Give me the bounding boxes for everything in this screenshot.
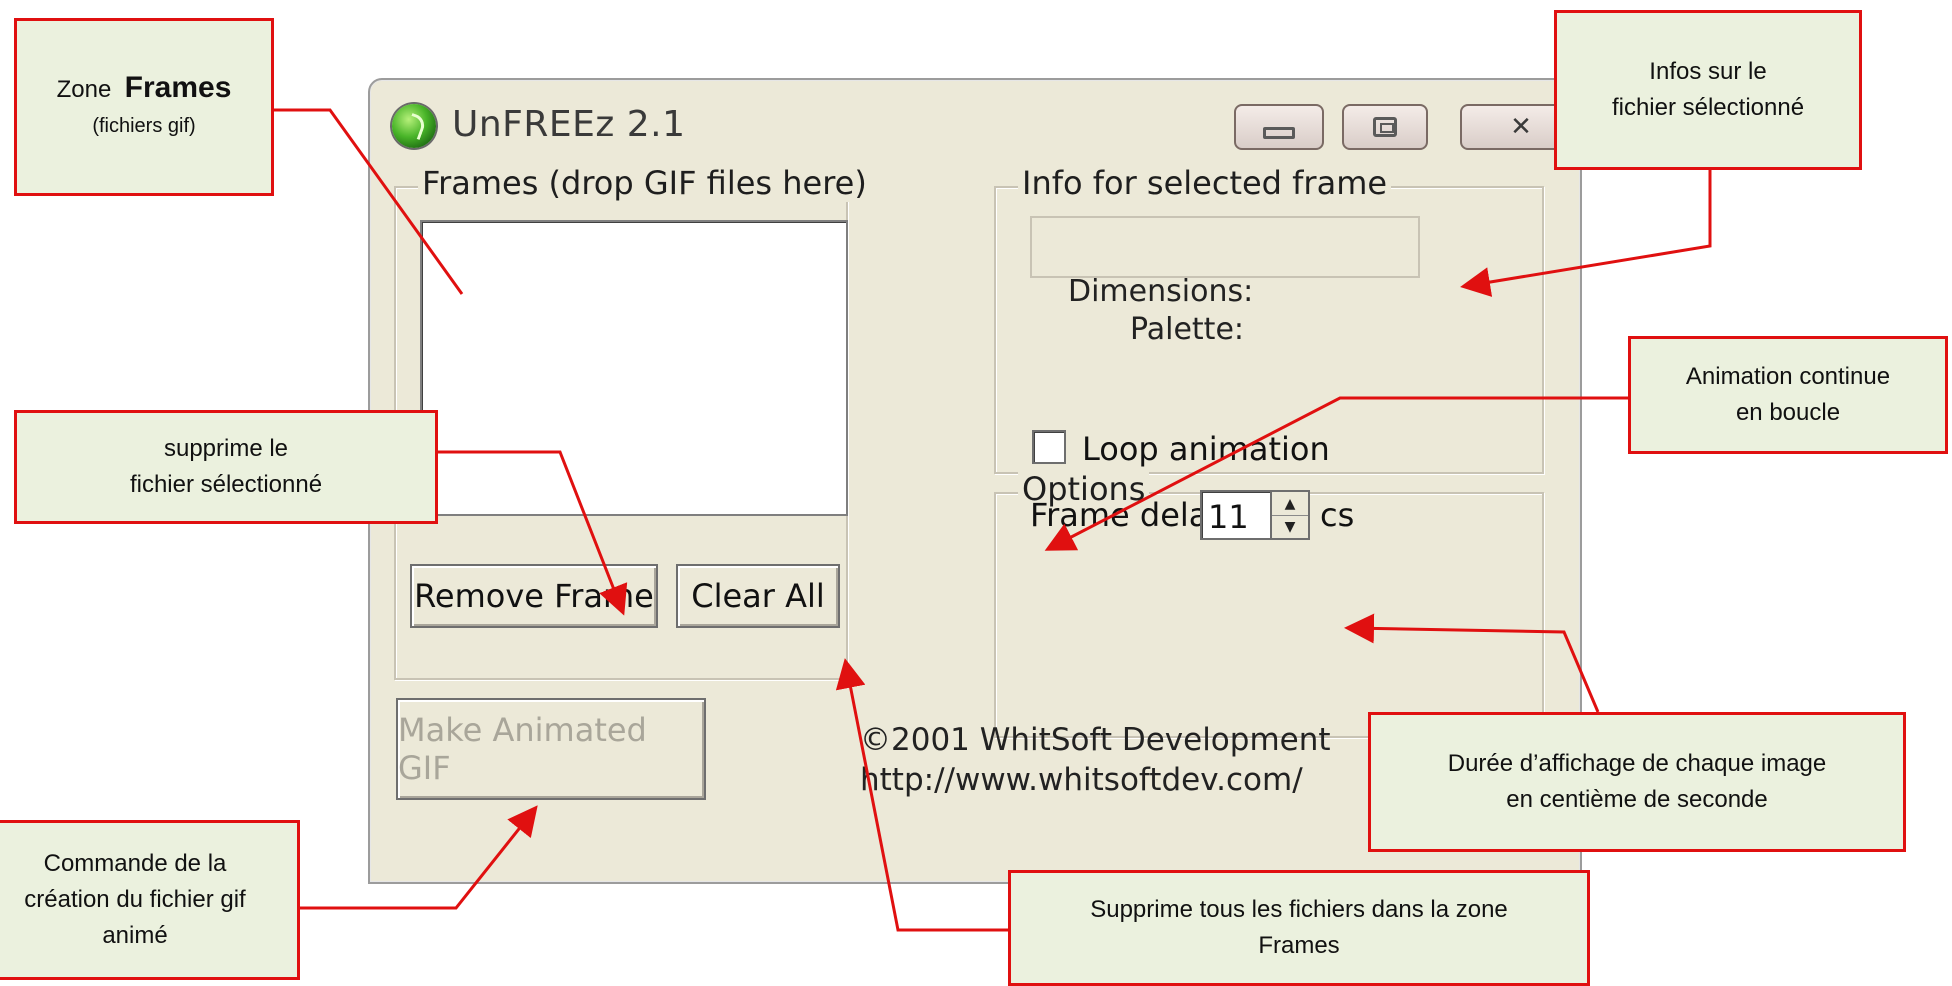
spin-down-icon[interactable]: ▼: [1272, 515, 1308, 538]
callout-frames-title: Zone Frames: [57, 70, 232, 108]
remove-frame-button[interactable]: Remove Frame: [410, 564, 658, 628]
frame-delay-spinner[interactable]: ▲ ▼: [1270, 490, 1310, 540]
title-bar[interactable]: UnFREEz 2.1 ✕: [370, 80, 1582, 168]
close-icon: ✕: [1510, 112, 1532, 142]
website-link[interactable]: http://www.whitsoftdev.com/: [860, 760, 1331, 800]
callout-loop-line2: en boucle: [1735, 399, 1841, 426]
maximize-button[interactable]: [1342, 104, 1428, 150]
palette-label: Palette:: [1130, 312, 1245, 347]
spin-up-icon[interactable]: ▲: [1272, 492, 1308, 516]
callout-remove: supprime le fichier sélectionné: [14, 410, 438, 524]
callout-make-line2: création du fichier gif: [24, 886, 246, 913]
frames-group-label: Frames (drop GIF files here): [418, 164, 871, 202]
copyright-line: ©2001 WhitSoft Development: [860, 722, 1331, 758]
callout-frame-delay: Durée d’affichage de chaque image en cen…: [1368, 712, 1906, 852]
loop-animation-label[interactable]: Loop animation: [1082, 430, 1330, 468]
loop-animation-checkbox[interactable]: [1032, 430, 1066, 464]
callout-duree-line1: Durée d’affichage de chaque image: [1447, 750, 1827, 777]
make-animated-gif-button[interactable]: Make Animated GIF: [396, 698, 706, 800]
callout-frames-zone: Zone Frames (fichiers gif): [14, 18, 274, 196]
callout-remove-line2: fichier sélectionné: [129, 471, 323, 498]
minimize-icon: [1263, 127, 1295, 139]
callout-info-line2: fichier sélectionné: [1611, 94, 1805, 121]
callout-frames-prefix: Zone: [56, 76, 112, 103]
callout-frames-sub: (fichiers gif): [92, 115, 196, 137]
callout-duree-line2: en centième de seconde: [1506, 786, 1768, 813]
unfreez-app-icon: [392, 104, 436, 148]
callout-info-selected: Infos sur le fichier sélectionné: [1554, 10, 1862, 170]
callout-loop: Animation continue en boucle: [1628, 336, 1948, 454]
dimensions-label: Dimensions:: [1068, 274, 1254, 309]
callout-frames-bold: Frames: [124, 71, 232, 104]
frame-delay-unit: cs: [1320, 496, 1355, 534]
callout-info-line1: Infos sur le: [1649, 58, 1767, 85]
info-group-label: Info for selected frame: [1018, 164, 1392, 202]
callout-clear-all: Supprime tous les fichiers dans la zone …: [1008, 870, 1590, 986]
window-title: UnFREEz 2.1: [452, 104, 686, 145]
copyright-text: ©2001 WhitSoft Development http://www.wh…: [860, 720, 1331, 800]
callout-make-gif: Commande de la création du fichier gif a…: [0, 820, 300, 980]
frames-listbox[interactable]: [420, 220, 848, 516]
callout-make-line1: Commande de la: [43, 850, 227, 877]
callout-loop-line1: Animation continue: [1685, 363, 1891, 390]
clear-all-button[interactable]: Clear All: [676, 564, 840, 628]
callout-make-line3: animé: [102, 922, 168, 949]
callout-remove-line1: supprime le: [163, 435, 289, 462]
maximize-icon: [1373, 117, 1397, 137]
selected-frame-info-field: [1030, 216, 1420, 278]
callout-clear-line2: Frames: [1258, 932, 1340, 959]
callout-clear-line1: Supprime tous les fichiers dans la zone: [1090, 896, 1508, 923]
minimize-button[interactable]: [1234, 104, 1324, 150]
